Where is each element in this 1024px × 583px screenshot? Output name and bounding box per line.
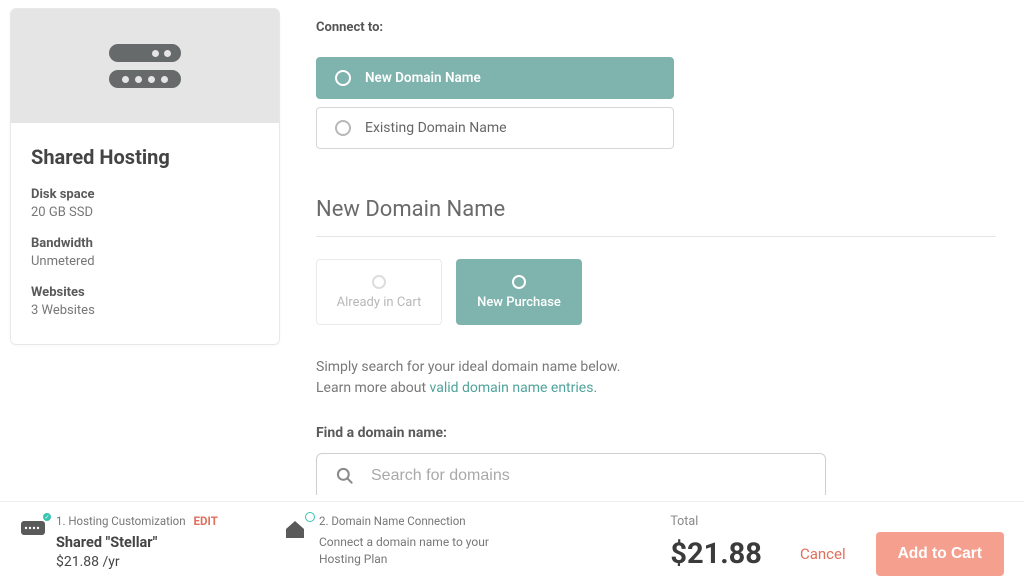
checkout-footer: ✓ 1. Hosting Customization EDIT Shared "…	[0, 501, 1024, 583]
spec-value-bandwidth: Unmetered	[31, 254, 259, 269]
step1-icon-wrap: ✓	[20, 518, 46, 540]
step1-plan-price: $21.88 /yr	[56, 554, 218, 570]
option-label: Existing Domain Name	[365, 120, 507, 136]
pending-icon	[305, 512, 315, 522]
radio-icon	[335, 70, 351, 86]
total-label: Total	[670, 514, 762, 529]
option-existing-domain[interactable]: Existing Domain Name	[316, 107, 674, 149]
product-title: Shared Hosting	[31, 145, 259, 169]
step1-plan-name: Shared "Stellar"	[56, 534, 218, 551]
spec-label-disk: Disk space	[31, 187, 259, 202]
home-icon	[283, 518, 307, 540]
domain-search-wrapper[interactable]	[316, 453, 826, 495]
server-icon	[109, 70, 181, 88]
option-new-domain[interactable]: New Domain Name	[316, 57, 674, 99]
valid-entries-link[interactable]: valid domain name entries	[430, 380, 594, 396]
divider	[316, 236, 996, 237]
tile-label: Already in Cart	[337, 295, 422, 310]
help-line-2-suffix: .	[593, 380, 597, 396]
product-summary-card: Shared Hosting Disk space 20 GB SSD Band…	[10, 8, 280, 345]
spec-value-disk: 20 GB SSD	[31, 205, 259, 220]
cancel-button[interactable]: Cancel	[800, 545, 846, 563]
help-line-1: Simply search for your ideal domain name…	[316, 359, 620, 375]
hosting-icon	[20, 518, 46, 538]
connect-to-label: Connect to:	[316, 20, 996, 35]
domain-connection-panel: Connect to: New Domain Name Existing Dom…	[316, 8, 996, 495]
help-text: Simply search for your ideal domain name…	[316, 357, 996, 399]
help-line-2-prefix: Learn more about	[316, 380, 430, 396]
step1-label: 1. Hosting Customization	[56, 514, 186, 528]
add-to-cart-button[interactable]: Add to Cart	[876, 532, 1004, 576]
section-title: New Domain Name	[316, 197, 996, 222]
check-icon: ✓	[42, 512, 52, 522]
total-amount: $21.88	[670, 537, 762, 571]
spec-label-bandwidth: Bandwidth	[31, 236, 259, 251]
product-image	[11, 9, 279, 123]
edit-hosting-link[interactable]: EDIT	[194, 514, 218, 528]
server-icon	[109, 44, 181, 62]
option-label: New Domain Name	[365, 70, 481, 86]
tile-label: New Purchase	[477, 295, 561, 310]
tile-already-in-cart: Already in Cart	[316, 259, 442, 325]
radio-icon	[512, 275, 526, 289]
find-domain-label: Find a domain name:	[316, 425, 996, 441]
search-icon	[335, 466, 355, 486]
tile-new-purchase[interactable]: New Purchase	[456, 259, 582, 325]
radio-icon	[335, 120, 351, 136]
spec-label-websites: Websites	[31, 285, 259, 300]
radio-icon	[372, 275, 386, 289]
spec-value-websites: 3 Websites	[31, 303, 259, 318]
step2-label: 2. Domain Name Connection	[319, 514, 466, 528]
step2-icon-wrap	[283, 518, 309, 540]
domain-search-input[interactable]	[371, 467, 807, 485]
step2-description: Connect a domain name to your Hosting Pl…	[319, 534, 489, 568]
